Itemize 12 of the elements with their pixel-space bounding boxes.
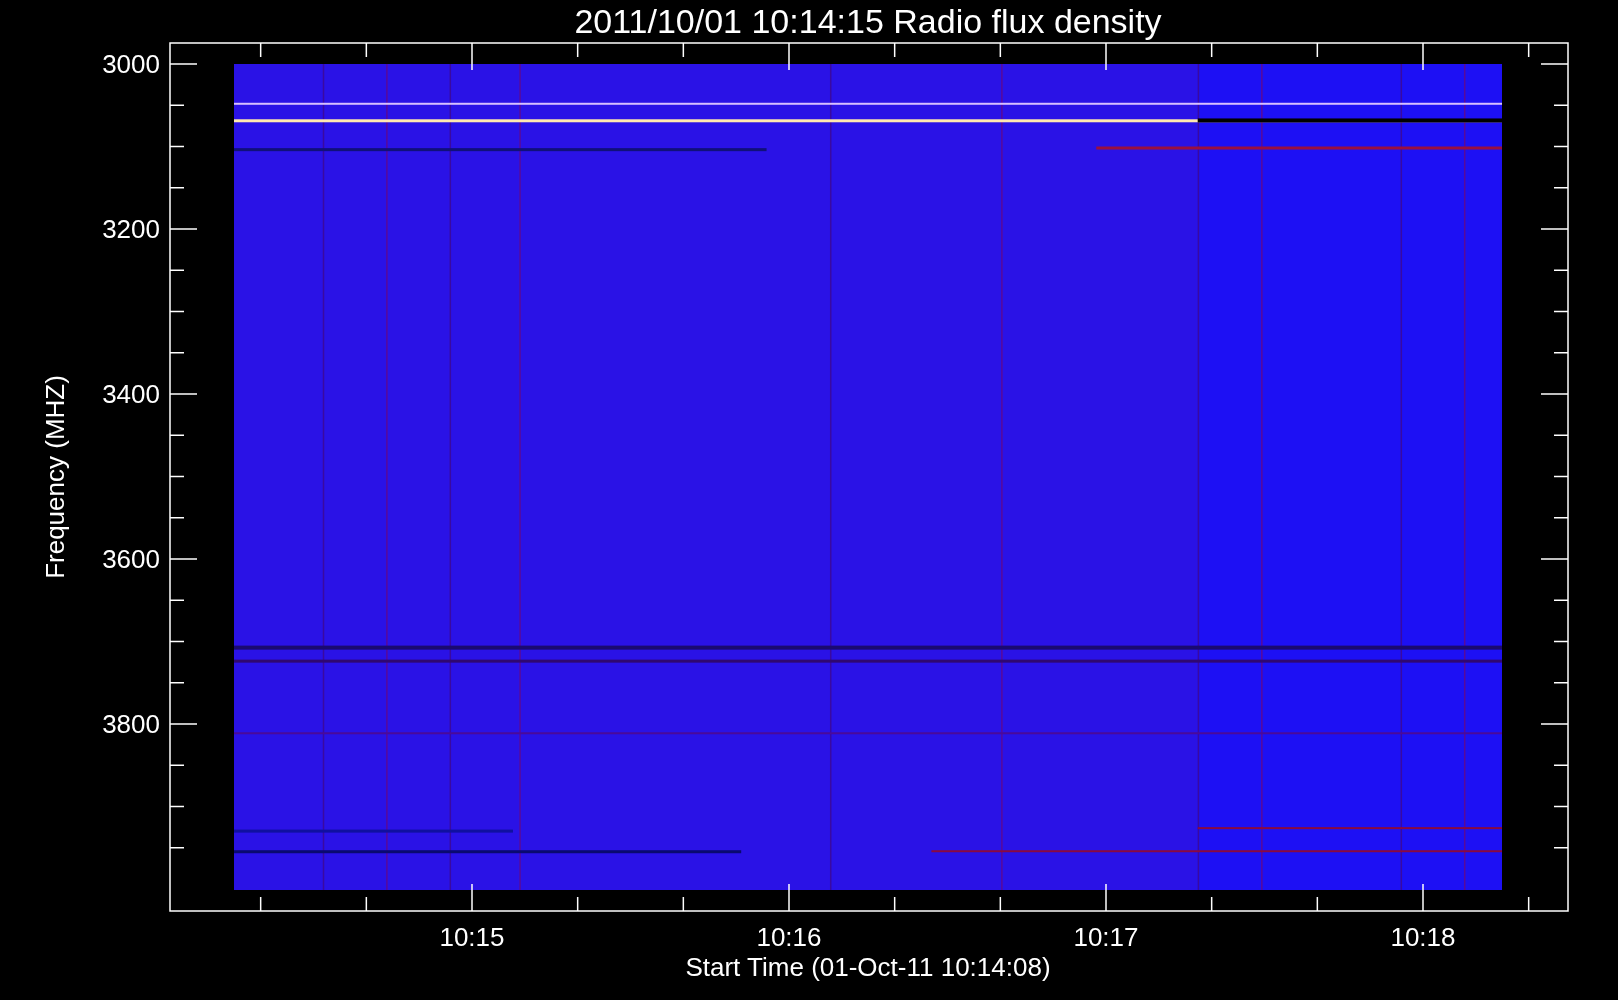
x-axis-label: Start Time (01-Oct-11 10:14:08) bbox=[685, 952, 1051, 982]
x-tick-label: 10:17 bbox=[1073, 922, 1139, 952]
chart-title: 2011/10/01 10:14:15 Radio flux density bbox=[574, 2, 1162, 40]
x-tick-label: 10:18 bbox=[1390, 922, 1456, 952]
y-tick-label: 3800 bbox=[102, 709, 160, 739]
x-tick-label: 10:15 bbox=[439, 922, 505, 952]
x-tick-label: 10:16 bbox=[756, 922, 822, 952]
y-axis-label: Frequency (MHZ) bbox=[40, 375, 70, 579]
y-tick-label: 3400 bbox=[102, 379, 160, 409]
y-tick-label: 3000 bbox=[102, 49, 160, 79]
y-tick-label: 3200 bbox=[102, 214, 160, 244]
y-tick-label: 3600 bbox=[102, 544, 160, 574]
